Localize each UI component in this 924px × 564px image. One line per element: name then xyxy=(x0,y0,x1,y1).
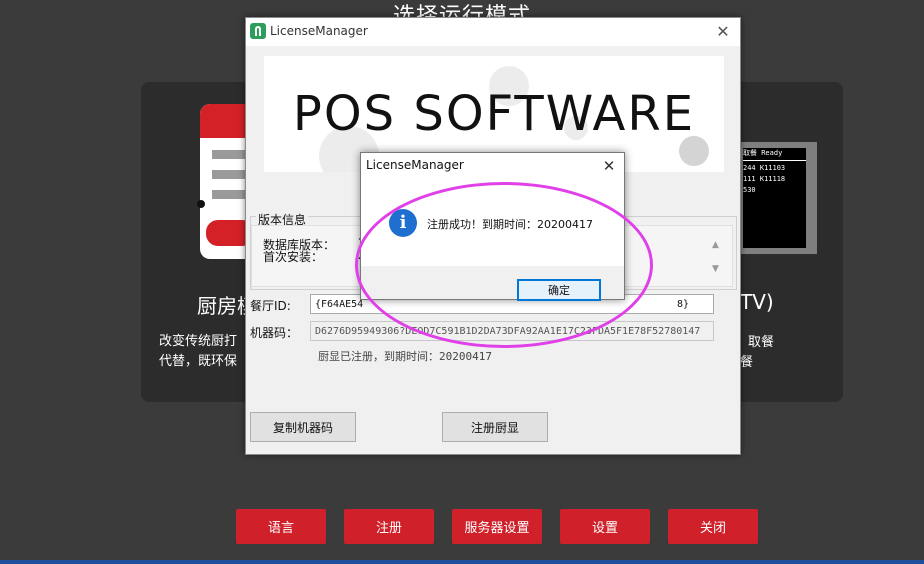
banner-text: POS SOFTWARE xyxy=(292,86,696,142)
message-box-title: LicenseManager xyxy=(366,158,464,172)
scroll-down-icon[interactable]: ▼ xyxy=(712,264,719,274)
restaurant-id-label: 餐厅ID: xyxy=(250,299,291,313)
tv-screen-content: 取餐 Ready 244 K11103 111 K11118 530 xyxy=(743,148,806,248)
annotation-ellipse xyxy=(355,182,653,348)
window-titlebar[interactable]: LicenseManager ✕ xyxy=(246,18,740,46)
kitchen-card-desc: 改变传统厨打 代替，既环保 xyxy=(159,334,238,369)
tv-card-desc: 取餐 餐 xyxy=(740,335,775,370)
close-button[interactable]: 关闭 xyxy=(668,509,758,544)
register-button[interactable]: 注册 xyxy=(344,509,434,544)
copy-machine-code-button[interactable]: 复制机器码 xyxy=(250,412,356,442)
window-title: LicenseManager xyxy=(270,24,368,38)
language-button[interactable]: 语言 xyxy=(236,509,326,544)
scroll-up-icon[interactable]: ▲ xyxy=(712,240,719,250)
server-settings-button[interactable]: 服务器设置 xyxy=(452,509,542,544)
ticket-dot-icon xyxy=(197,200,205,208)
taskbar xyxy=(0,560,924,564)
kitchen-ticket-icon xyxy=(200,104,246,259)
window-close-icon[interactable]: ✕ xyxy=(712,22,734,42)
registration-status-text: 厨显已注册，到期时间：20200417 xyxy=(318,350,492,363)
register-kds-button[interactable]: 注册厨显 xyxy=(442,412,548,442)
app-icon xyxy=(250,23,266,39)
machine-code-label: 机器码： xyxy=(250,326,299,340)
message-close-icon[interactable]: ✕ xyxy=(599,156,619,176)
tv-card-title: TV) xyxy=(740,290,774,314)
settings-button[interactable]: 设置 xyxy=(560,509,650,544)
